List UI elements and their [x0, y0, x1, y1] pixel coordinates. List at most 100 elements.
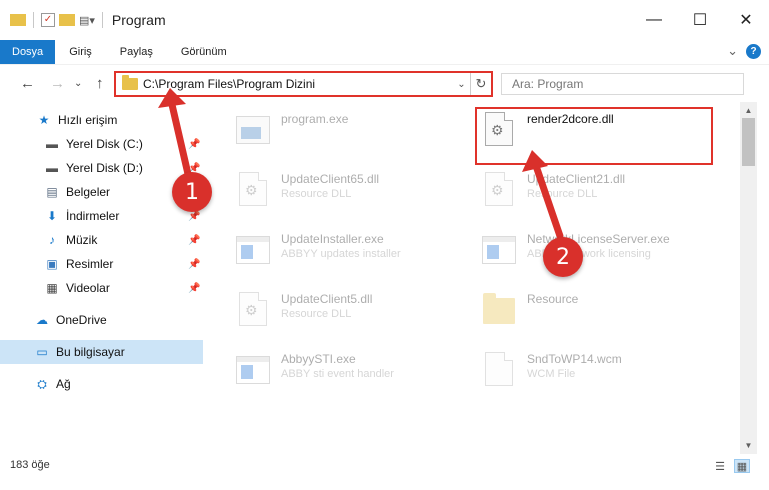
sidebar-item-label: Ağ	[56, 377, 71, 391]
title-bar: ✓ ▤▾ Program — ☐ ✕	[0, 0, 769, 40]
file-name: UpdateInstaller.exe	[281, 232, 384, 246]
customize-icon[interactable]: ▤▾	[79, 14, 95, 27]
videos-icon: ▦	[46, 281, 58, 295]
scroll-thumb[interactable]	[742, 118, 755, 166]
address-dropdown[interactable]: ⌄	[453, 73, 471, 95]
separator	[101, 12, 103, 28]
file-description: ABBYY updates installer	[281, 248, 401, 260]
sidebar-item-quick-access[interactable]: ★ Hızlı erişim	[0, 108, 203, 132]
file-description: Resource DLL	[281, 188, 352, 200]
properties-icon[interactable]: ✓	[41, 13, 55, 27]
tab-paylas[interactable]: Paylaş	[106, 40, 167, 64]
search-input[interactable]: Ara: Program	[501, 73, 744, 95]
address-bar[interactable]: C:\Program Files\Program Dizini ⌄ ↻	[114, 71, 493, 97]
sidebar-item-music[interactable]: ♪ Müzik 📌	[0, 228, 203, 252]
file-item[interactable]: UpdateInstaller.exe ABBYY updates install…	[235, 228, 401, 278]
music-icon: ♪	[49, 233, 55, 247]
expand-ribbon-icon[interactable]: ⌄	[727, 43, 738, 59]
refresh-icon[interactable]: ↻	[471, 73, 491, 95]
sidebar-item-local-disk-d[interactable]: ▬ Yerel Disk (D:) 📌	[0, 156, 203, 180]
file-name: UpdateClient65.dll	[281, 172, 380, 186]
exe-icon	[235, 352, 271, 388]
sidebar-item-label: Resimler	[66, 257, 114, 271]
sidebar-item-pictures[interactable]: ▣ Resimler 📌	[0, 252, 203, 276]
file-name: AbbyySTI.exe	[281, 352, 356, 366]
up-button[interactable]: ↑	[96, 75, 104, 92]
sidebar-item-local-disk-c[interactable]: ▬ Yerel Disk (C:) 📌	[0, 132, 203, 156]
folder-icon	[122, 75, 138, 90]
pictures-icon: ▣	[46, 257, 58, 271]
forward-button[interactable]: →	[50, 75, 65, 92]
sidebar-item-label: Müzik	[66, 233, 98, 247]
file-name: UpdateClient5.dll	[281, 292, 373, 306]
large-icons-view-icon[interactable]: ▦	[734, 459, 750, 473]
pin-icon[interactable]: 📌	[188, 235, 200, 246]
pin-icon[interactable]: 📌	[188, 139, 200, 150]
folder-icon	[481, 292, 517, 328]
computer-icon: ▭	[36, 345, 48, 359]
network-icon: ⛭	[37, 376, 47, 391]
exe-icon	[235, 232, 271, 268]
sidebar-item-label: Yerel Disk (D:)	[66, 161, 143, 175]
pin-icon[interactable]: 📌	[188, 211, 200, 222]
recent-dropdown[interactable]: ⌄	[74, 78, 82, 89]
file-item[interactable]: program.exe	[235, 108, 348, 158]
file-list: program.exe ⚙ render2dcore.dll ⚙ UpdateC…	[207, 102, 740, 452]
new-folder-icon[interactable]	[59, 14, 75, 26]
navigation-pane: ★ Hızlı erişim ▬ Yerel Disk (C:) 📌 ▬ Yer…	[0, 102, 207, 452]
tab-giris[interactable]: Giriş	[55, 40, 106, 64]
sidebar-item-downloads[interactable]: ⬇ İndirmeler 📌	[0, 204, 203, 228]
file-item[interactable]: ⚙ UpdateClient21.dll Resource DLL	[481, 168, 625, 218]
back-button[interactable]: ←	[20, 75, 35, 92]
close-button[interactable]: ✕	[723, 0, 769, 40]
address-path[interactable]: C:\Program Files\Program Dizini	[143, 77, 453, 91]
details-view-icon[interactable]: ☰	[712, 459, 728, 473]
sidebar-item-network[interactable]: ⛭ Ağ	[0, 372, 203, 396]
dll-icon: ⚙	[235, 172, 271, 208]
annotation-badge-2: 2	[543, 237, 583, 277]
help-icon[interactable]: ?	[746, 43, 761, 59]
documents-icon: ▤	[46, 185, 58, 199]
vertical-scrollbar[interactable]: ▲ ▼	[740, 102, 757, 454]
file-icon	[481, 352, 517, 388]
minimize-button[interactable]: —	[631, 0, 677, 40]
sidebar-item-label: Hızlı erişim	[58, 113, 118, 127]
maximize-button[interactable]: ☐	[677, 0, 723, 40]
address-row: ← → ⌄ ↑ C:\Program Files\Program Dizini …	[0, 64, 769, 102]
file-name: UpdateClient21.dll	[527, 172, 626, 186]
file-item[interactable]: SndToWP14.wcm WCM File	[481, 348, 622, 398]
file-name: Resource	[527, 292, 579, 306]
tab-gorunum[interactable]: Görünüm	[167, 40, 241, 64]
tab-dosya[interactable]: Dosya	[0, 40, 56, 64]
drive-icon: ▬	[46, 137, 58, 151]
pin-icon[interactable]: 📌	[188, 259, 200, 270]
installer-icon	[235, 112, 271, 148]
drive-icon: ▬	[46, 161, 58, 175]
annotation-badge-1: 1	[172, 172, 212, 212]
folder-item[interactable]: Resource	[481, 288, 578, 338]
separator	[33, 12, 34, 28]
sidebar-item-videos[interactable]: ▦ Videolar 📌	[0, 276, 203, 300]
file-description: Resource DLL	[281, 308, 352, 320]
sidebar-item-onedrive[interactable]: ☁ OneDrive	[0, 308, 203, 332]
sidebar-item-this-pc[interactable]: ▭ Bu bilgisayar	[0, 340, 203, 364]
sidebar-item-label: Videolar	[66, 281, 110, 295]
scroll-down-icon[interactable]: ▼	[740, 437, 757, 454]
sidebar-item-label: OneDrive	[56, 313, 107, 327]
scroll-up-icon[interactable]: ▲	[740, 102, 757, 119]
item-count: 183 öğe	[10, 459, 50, 471]
file-item[interactable]: ⚙ UpdateClient65.dll Resource DLL	[235, 168, 379, 218]
star-icon: ★	[38, 113, 50, 127]
sidebar-item-label: Bu bilgisayar	[56, 345, 125, 359]
pin-icon[interactable]: 📌	[188, 283, 200, 294]
cloud-icon: ☁	[36, 313, 48, 327]
window-title: Program	[111, 12, 166, 28]
folder-icon	[10, 14, 26, 26]
file-item[interactable]: AbbyySTI.exe ABBY sti event handler	[235, 348, 394, 398]
file-item[interactable]: ⚙ UpdateClient5.dll Resource DLL	[235, 288, 372, 338]
status-bar: 183 öğe ☰ ▦	[0, 454, 769, 490]
sidebar-item-label: İndirmeler	[66, 209, 120, 223]
file-item-selected[interactable]: ⚙ render2dcore.dll	[481, 108, 614, 158]
file-name: SndToWP14.wcm	[527, 352, 622, 366]
sidebar-item-label: Yerel Disk (C:)	[66, 137, 143, 151]
